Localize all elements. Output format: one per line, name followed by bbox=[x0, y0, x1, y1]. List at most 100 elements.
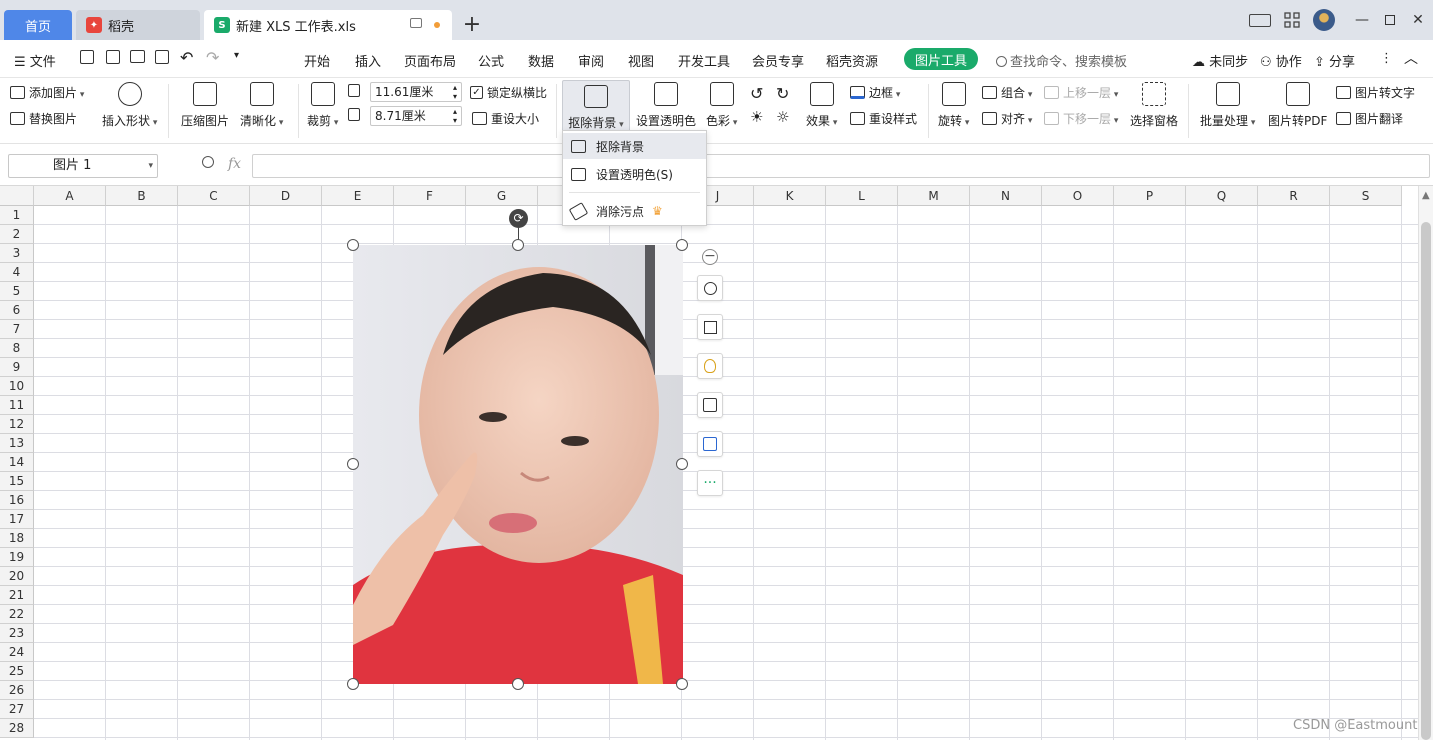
tab-home[interactable]: 首页 bbox=[4, 10, 72, 40]
export-pdf-icon[interactable] bbox=[106, 50, 120, 68]
sharpen-button[interactable]: 清晰化 bbox=[240, 82, 283, 129]
row-header[interactable]: 20 bbox=[0, 567, 34, 586]
resize-handle-right[interactable] bbox=[676, 458, 688, 470]
menu-member[interactable]: 会员专享 bbox=[752, 51, 804, 70]
row-header[interactable]: 19 bbox=[0, 548, 34, 567]
collaborate-button[interactable]: ⚇ 协作 bbox=[1260, 51, 1302, 70]
row-header[interactable]: 26 bbox=[0, 681, 34, 700]
picture-translate-button[interactable]: 图片翻译 bbox=[1336, 110, 1403, 127]
menu-page-layout[interactable]: 页面布局 bbox=[404, 51, 456, 70]
print-icon[interactable] bbox=[130, 50, 145, 67]
resize-handle-top[interactable] bbox=[512, 239, 524, 251]
collapse-toolbar-icon[interactable]: − bbox=[702, 249, 718, 265]
close-icon[interactable]: ✕ bbox=[1406, 10, 1430, 30]
row-header[interactable]: 7 bbox=[0, 320, 34, 339]
width-spinner-icon[interactable]: ▴ ▾ bbox=[453, 83, 457, 101]
replace-picture-button[interactable]: 替换图片 bbox=[10, 110, 77, 127]
rotate-right-icon[interactable]: ↻ bbox=[776, 84, 789, 103]
scroll-up-icon[interactable]: ▲ bbox=[1422, 190, 1430, 201]
picture-to-pdf-button[interactable]: 图片转PDF bbox=[1268, 82, 1327, 129]
picture-to-pdf-float-button[interactable] bbox=[697, 431, 723, 457]
column-header[interactable]: L bbox=[826, 186, 898, 206]
picture-to-text-button[interactable]: 图片转文字 bbox=[1336, 84, 1415, 101]
selected-picture[interactable] bbox=[353, 245, 683, 684]
height-spinner-icon[interactable]: ▴ ▾ bbox=[453, 107, 457, 125]
new-tab-button[interactable]: + bbox=[462, 12, 482, 38]
effects-button[interactable]: 效果 bbox=[806, 82, 837, 129]
brightness-icon[interactable]: ☼ bbox=[776, 108, 789, 126]
column-header[interactable]: N bbox=[970, 186, 1042, 206]
row-header[interactable]: 12 bbox=[0, 415, 34, 434]
cell-area[interactable] bbox=[34, 206, 1418, 740]
vertical-scrollbar[interactable]: ▲ bbox=[1418, 186, 1433, 740]
bring-forward-button[interactable]: 上移一层 bbox=[1044, 84, 1118, 101]
column-header[interactable]: G bbox=[466, 186, 538, 206]
chevron-down-icon[interactable]: ▾ bbox=[148, 155, 153, 177]
send-backward-button[interactable]: 下移一层 bbox=[1044, 110, 1118, 127]
scrollbar-thumb[interactable] bbox=[1421, 222, 1431, 740]
maximize-icon[interactable] bbox=[1378, 10, 1402, 30]
row-header[interactable]: 14 bbox=[0, 453, 34, 472]
row-header[interactable]: 5 bbox=[0, 282, 34, 301]
share-button[interactable]: ⇪ 分享 bbox=[1314, 51, 1355, 70]
command-search[interactable]: 查找命令、搜索模板 bbox=[996, 51, 1127, 70]
row-header[interactable]: 25 bbox=[0, 662, 34, 681]
row-header[interactable]: 17 bbox=[0, 510, 34, 529]
column-header[interactable]: E bbox=[322, 186, 394, 206]
set-transparent-button[interactable]: 设置透明色 bbox=[636, 82, 696, 129]
resize-handle-bottom-left[interactable] bbox=[347, 678, 359, 690]
row-header[interactable]: 9 bbox=[0, 358, 34, 377]
resize-handle-top-right[interactable] bbox=[676, 239, 688, 251]
undo-icon[interactable]: ↶ bbox=[180, 48, 193, 67]
reset-size-button[interactable]: 重设大小 bbox=[472, 110, 539, 127]
rotate-left-icon[interactable]: ↺ bbox=[750, 84, 763, 103]
sync-button[interactable]: ☁ 未同步 bbox=[1192, 51, 1248, 70]
column-header[interactable]: D bbox=[250, 186, 322, 206]
save-icon[interactable] bbox=[80, 50, 94, 68]
menu-review[interactable]: 审阅 bbox=[578, 51, 604, 70]
row-header[interactable]: 23 bbox=[0, 624, 34, 643]
column-header[interactable]: R bbox=[1258, 186, 1330, 206]
resize-handle-top-left[interactable] bbox=[347, 239, 359, 251]
menu-item-set-transparent[interactable]: 设置透明色(S) bbox=[563, 161, 706, 187]
remove-background-button[interactable]: 抠除背景 bbox=[562, 80, 630, 132]
menu-data[interactable]: 数据 bbox=[528, 51, 554, 70]
column-header[interactable]: A bbox=[34, 186, 106, 206]
menu-formula[interactable]: 公式 bbox=[478, 51, 504, 70]
tab-picture-tools[interactable]: 图片工具 bbox=[904, 48, 978, 70]
quick-access-dropdown-icon[interactable]: ▾ bbox=[234, 50, 239, 61]
function-icon[interactable]: fx bbox=[228, 156, 241, 172]
row-header[interactable]: 21 bbox=[0, 586, 34, 605]
add-picture-button[interactable]: 添加图片 bbox=[10, 84, 84, 101]
row-header[interactable]: 16 bbox=[0, 491, 34, 510]
insert-shape-button[interactable]: 插入形状 bbox=[102, 82, 157, 129]
rotate-handle-icon[interactable]: ⟳ bbox=[509, 209, 528, 228]
align-button[interactable]: 对齐 bbox=[982, 110, 1032, 127]
resize-handle-bottom[interactable] bbox=[512, 678, 524, 690]
row-header[interactable]: 4 bbox=[0, 263, 34, 282]
row-header[interactable]: 24 bbox=[0, 643, 34, 662]
smart-picture-button[interactable] bbox=[697, 353, 723, 379]
color-button[interactable]: 色彩 bbox=[706, 82, 737, 129]
row-header[interactable]: 27 bbox=[0, 700, 34, 719]
zoom-icon[interactable] bbox=[202, 156, 214, 171]
crop-picture-button[interactable] bbox=[697, 314, 723, 340]
name-box[interactable]: 图片 1 ▾ bbox=[8, 154, 158, 178]
border-button[interactable]: 边框 bbox=[850, 84, 900, 101]
contrast-icon[interactable]: ☀ bbox=[750, 108, 763, 126]
row-header[interactable]: 10 bbox=[0, 377, 34, 396]
monitor-icon[interactable] bbox=[410, 18, 422, 28]
column-header[interactable]: B bbox=[106, 186, 178, 206]
menu-start[interactable]: 开始 bbox=[304, 51, 330, 70]
row-header[interactable]: 18 bbox=[0, 529, 34, 548]
more-options-button[interactable]: ··· bbox=[697, 470, 723, 496]
row-header[interactable]: 11 bbox=[0, 396, 34, 415]
menu-item-remove-background[interactable]: 抠除背景 bbox=[563, 133, 706, 159]
column-header[interactable]: Q bbox=[1186, 186, 1258, 206]
reset-style-button[interactable]: 重设样式 bbox=[850, 110, 917, 127]
column-header[interactable]: M bbox=[898, 186, 970, 206]
zoom-in-picture-button[interactable] bbox=[697, 275, 723, 301]
formula-input[interactable] bbox=[252, 154, 1430, 178]
resize-handle-left[interactable] bbox=[347, 458, 359, 470]
collapse-ribbon-icon[interactable]: ︿ bbox=[1404, 48, 1418, 68]
